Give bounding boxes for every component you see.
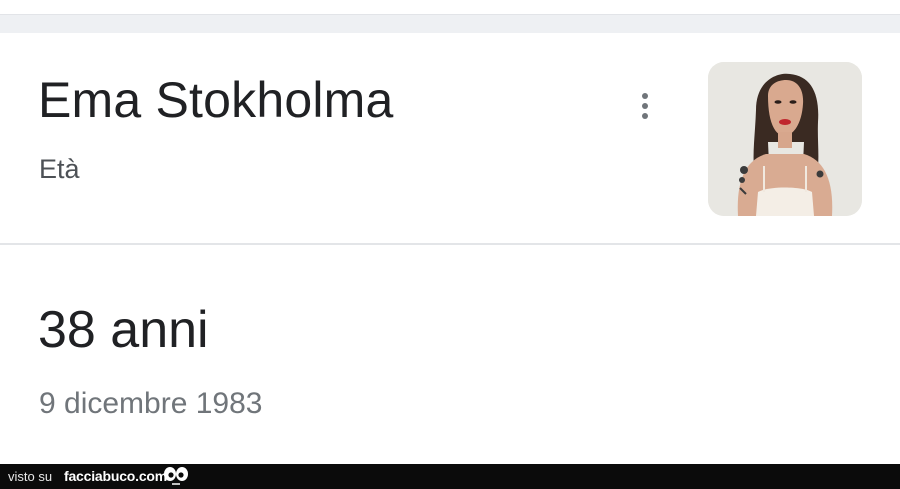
entity-thumbnail[interactable] [708, 62, 862, 216]
birth-date: 9 dicembre 1983 [39, 387, 263, 420]
attribute-label: Età [39, 154, 80, 184]
watermark-footer: visto su facciabuco.com [0, 464, 900, 489]
more-vert-icon-dot [642, 103, 648, 109]
eyes-logo-icon [164, 467, 188, 485]
person-photo-icon [708, 62, 862, 216]
age-value: 38 anni [38, 301, 209, 359]
more-vert-icon-dot [642, 113, 648, 119]
footer-site-link[interactable]: facciabuco.com [64, 468, 167, 484]
more-vert-icon-dot [642, 93, 648, 99]
top-gap [0, 0, 900, 14]
section-divider [0, 243, 900, 245]
footer-prefix: visto su [8, 469, 53, 484]
entity-name: Ema Stokholma [38, 72, 394, 128]
more-options-button[interactable] [628, 86, 662, 126]
top-separator-band [0, 14, 900, 33]
